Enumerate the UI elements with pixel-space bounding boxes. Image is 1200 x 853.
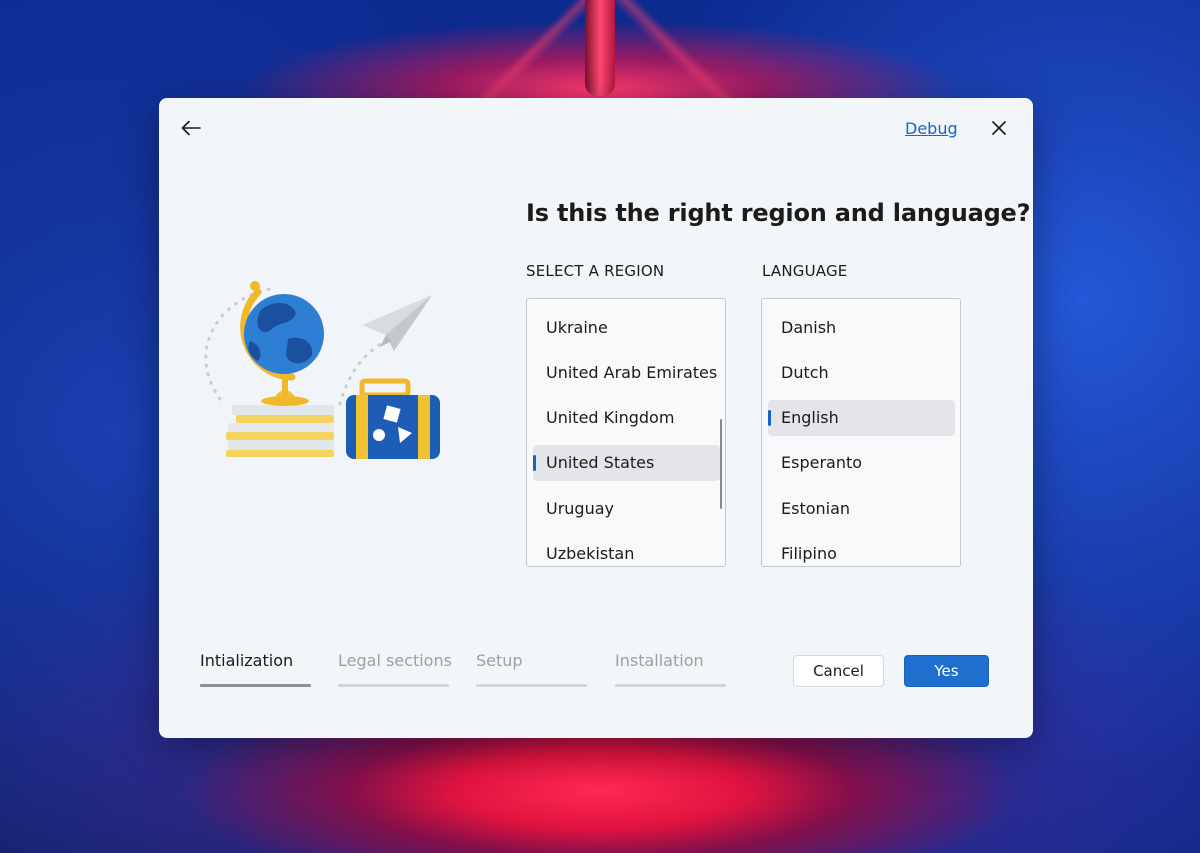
region-illustration <box>180 229 474 501</box>
close-button[interactable] <box>989 118 1009 138</box>
language-listbox[interactable]: Danish Dutch English Esperanto Estonian … <box>761 298 961 567</box>
back-button[interactable] <box>179 116 203 140</box>
yes-button[interactable]: Yes <box>904 655 989 687</box>
globe-suitcase-illustration <box>204 281 440 459</box>
region-scrollbar[interactable] <box>720 419 722 509</box>
language-item-filipino[interactable]: Filipino <box>768 536 955 566</box>
step-label: Legal sections <box>338 651 452 670</box>
step-progress-bar <box>338 684 449 687</box>
dialog-title: Is this the right region and language? <box>526 199 1031 227</box>
step-label: Setup <box>476 651 523 670</box>
step-initialization[interactable]: Intialization <box>200 651 311 687</box>
step-progress-bar <box>200 684 311 687</box>
language-item-english[interactable]: English <box>768 400 955 436</box>
step-progress-bar <box>476 684 587 687</box>
region-item-united-arab-emirates[interactable]: United Arab Emirates <box>533 355 720 391</box>
step-legal-sections[interactable]: Legal sections <box>338 651 452 687</box>
step-installation[interactable]: Installation <box>615 651 726 687</box>
region-item-united-states[interactable]: United States <box>533 445 720 481</box>
debug-link[interactable]: Debug <box>905 119 958 138</box>
wallpaper-glass-stem <box>585 0 615 96</box>
region-listbox[interactable]: Ukraine United Arab Emirates United King… <box>526 298 726 567</box>
close-icon <box>992 121 1006 135</box>
region-label: SELECT A REGION <box>526 262 665 280</box>
language-item-esperanto[interactable]: Esperanto <box>768 445 955 481</box>
language-label: LANGUAGE <box>762 262 848 280</box>
region-item-united-kingdom[interactable]: United Kingdom <box>533 400 720 436</box>
language-item-danish[interactable]: Danish <box>768 310 955 346</box>
step-progress-bar <box>615 684 726 687</box>
region-item-uruguay[interactable]: Uruguay <box>533 491 720 527</box>
step-label: Intialization <box>200 651 294 670</box>
wallpaper-glass-right <box>600 0 750 100</box>
cancel-button[interactable]: Cancel <box>793 655 884 687</box>
step-label: Installation <box>615 651 704 670</box>
region-item-uzbekistan[interactable]: Uzbekistan <box>533 536 720 566</box>
language-item-estonian[interactable]: Estonian <box>768 491 955 527</box>
region-item-ukraine[interactable]: Ukraine <box>533 310 720 346</box>
wallpaper-glass-left <box>470 0 600 100</box>
arrow-left-icon <box>181 120 201 136</box>
language-item-dutch[interactable]: Dutch <box>768 355 955 391</box>
step-setup[interactable]: Setup <box>476 651 587 687</box>
setup-dialog: Debug Is this the right region and langu… <box>159 98 1033 738</box>
